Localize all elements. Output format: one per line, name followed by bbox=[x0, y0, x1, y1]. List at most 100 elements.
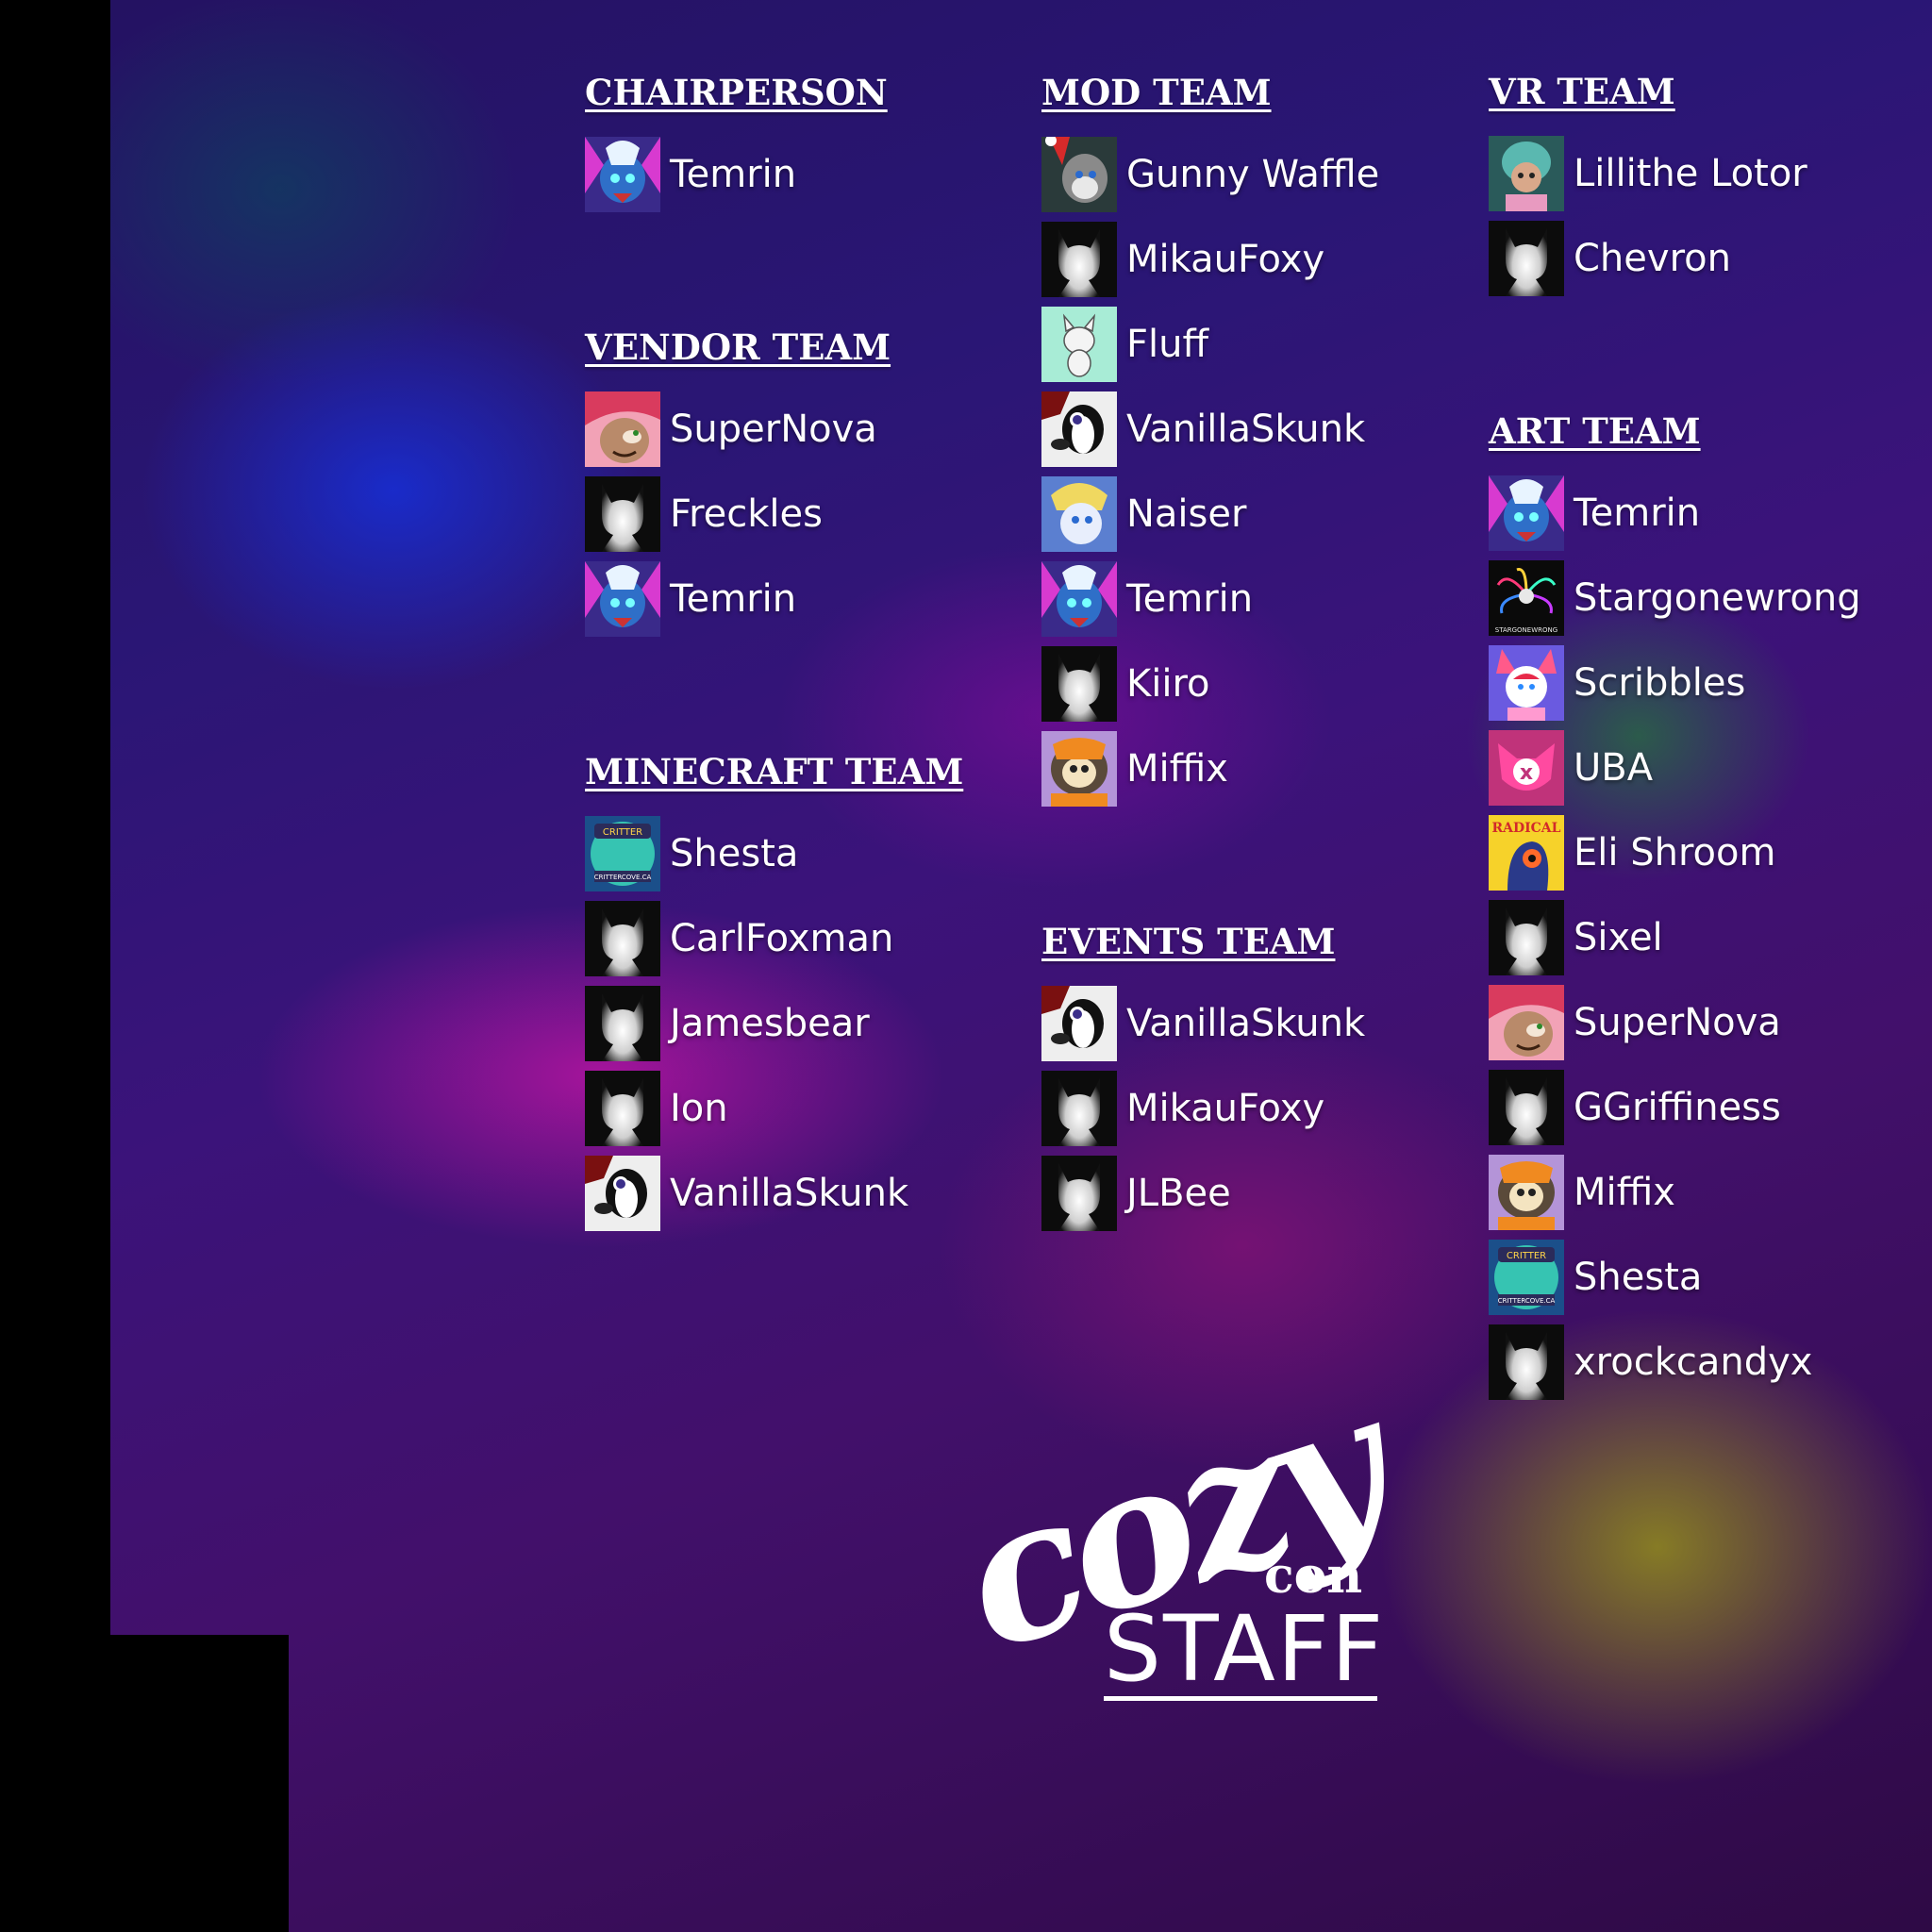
vanillaskunk-avatar-icon bbox=[585, 1156, 660, 1231]
member-item: Miffix bbox=[1041, 726, 1379, 811]
member-name: Kiiro bbox=[1126, 662, 1210, 706]
supernova-avatar-icon bbox=[585, 391, 660, 467]
member-name: MikauFoxy bbox=[1126, 238, 1325, 281]
placeholder-avatar-icon bbox=[585, 901, 660, 976]
member-name: Shesta bbox=[1574, 1256, 1703, 1299]
black-corner-block bbox=[0, 1635, 289, 1932]
section-title: EVENTS TEAM bbox=[1041, 921, 1336, 962]
member-list: CRITTER CRITTERCOVE.CA Shesta CarlFoxman Jam… bbox=[585, 811, 963, 1236]
member-item: Temrin bbox=[1489, 471, 1861, 556]
member-item: MikauFoxy bbox=[1041, 217, 1379, 302]
placeholder-avatar-icon bbox=[585, 476, 660, 552]
member-name: Chevron bbox=[1574, 237, 1731, 280]
temrin-avatar-icon bbox=[1041, 561, 1117, 637]
member-name: xrockcandyx bbox=[1574, 1341, 1813, 1384]
member-name: JLBee bbox=[1126, 1172, 1231, 1215]
member-name: Eli Shroom bbox=[1574, 831, 1776, 874]
temrin-avatar-icon bbox=[585, 137, 660, 212]
temrin-avatar-icon bbox=[1489, 475, 1564, 551]
cozycon-staff-logo: cozy con STAFF bbox=[937, 1354, 1404, 1707]
placeholder-avatar-icon bbox=[585, 986, 660, 1061]
member-item: Gunny Waffle bbox=[1041, 132, 1379, 217]
section-title: VR TEAM bbox=[1489, 71, 1675, 112]
section-minecraft-team: MINECRAFT TEAM CRITTER CRITTERCOVE.CA Shes… bbox=[585, 749, 963, 1236]
member-item: Lillithe Lotor bbox=[1489, 131, 1807, 216]
member-name: Lillithe Lotor bbox=[1574, 152, 1807, 195]
member-list: Temrin STARGONEWRONG Stargonewrong Scribble… bbox=[1489, 471, 1861, 1405]
member-name: GGriffiness bbox=[1574, 1086, 1781, 1129]
section-chairperson: CHAIRPERSON Temrin bbox=[585, 70, 888, 217]
member-name: CarlFoxman bbox=[670, 917, 894, 960]
placeholder-avatar-icon bbox=[1041, 1071, 1117, 1146]
member-item: Kiiro bbox=[1041, 641, 1379, 726]
section-mod-team: MOD TEAM Gunny Waffle MikauFoxy Fluff Vanil… bbox=[1041, 70, 1379, 811]
logo-underline bbox=[1104, 1696, 1377, 1701]
stargonewrong-avatar-icon: STARGONEWRONG bbox=[1489, 560, 1564, 636]
member-list: VanillaSkunk MikauFoxy JLBee bbox=[1041, 981, 1365, 1236]
member-item: Temrin bbox=[1041, 557, 1379, 641]
member-name: Scribbles bbox=[1574, 661, 1746, 705]
member-name: MikauFoxy bbox=[1126, 1087, 1325, 1130]
placeholder-avatar-icon bbox=[1489, 1070, 1564, 1145]
miffix-avatar-icon bbox=[1489, 1155, 1564, 1230]
member-item: JLBee bbox=[1041, 1151, 1365, 1236]
shesta-avatar-icon: CRITTER CRITTERCOVE.CA bbox=[1489, 1240, 1564, 1315]
section-title: ART TEAM bbox=[1489, 410, 1701, 452]
member-item: Naiser bbox=[1041, 472, 1379, 557]
member-item: VanillaSkunk bbox=[1041, 981, 1365, 1066]
member-name: Temrin bbox=[1126, 577, 1254, 621]
svg-text:RADICAL: RADICAL bbox=[1491, 821, 1560, 836]
member-list: SuperNova Freckles Temrin bbox=[585, 387, 891, 641]
section-events-team: EVENTS TEAM VanillaSkunk MikauFoxy JLBee bbox=[1041, 919, 1365, 1236]
member-name: Temrin bbox=[1574, 491, 1701, 535]
member-item: CRITTER CRITTERCOVE.CA Shesta bbox=[1489, 1235, 1861, 1320]
svg-text:CRITTERCOVE.CA: CRITTERCOVE.CA bbox=[594, 874, 652, 881]
member-name: Sixel bbox=[1574, 916, 1663, 959]
member-item: Miffix bbox=[1489, 1150, 1861, 1235]
member-item: CarlFoxman bbox=[585, 896, 963, 981]
member-item: MikauFoxy bbox=[1041, 1066, 1365, 1151]
member-name: VanillaSkunk bbox=[1126, 408, 1366, 451]
member-item: Fluff bbox=[1041, 302, 1379, 387]
member-item: Scribbles bbox=[1489, 641, 1861, 725]
temrin-avatar-icon bbox=[585, 561, 660, 637]
member-name: UBA bbox=[1574, 746, 1654, 790]
member-item: Freckles bbox=[585, 472, 891, 557]
member-name: Stargonewrong bbox=[1574, 576, 1861, 620]
member-item: RADICAL Eli Shroom bbox=[1489, 810, 1861, 895]
member-item: Sixel bbox=[1489, 895, 1861, 980]
member-item: SuperNova bbox=[585, 387, 891, 472]
member-name: Miffix bbox=[1574, 1171, 1675, 1214]
member-item: Ion bbox=[585, 1066, 963, 1151]
section-title: VENDOR TEAM bbox=[585, 326, 891, 368]
member-name: Freckles bbox=[670, 492, 823, 536]
logo-staff-text: STAFF bbox=[1104, 1596, 1386, 1702]
shesta-avatar-icon: CRITTER CRITTERCOVE.CA bbox=[585, 816, 660, 891]
section-title: MOD TEAM bbox=[1041, 72, 1272, 113]
member-item: xrockcandyx bbox=[1489, 1320, 1861, 1405]
member-name: SuperNova bbox=[670, 408, 877, 451]
placeholder-avatar-icon bbox=[1489, 900, 1564, 975]
member-item: Temrin bbox=[585, 132, 888, 217]
member-name: Fluff bbox=[1126, 323, 1209, 366]
member-name: Miffix bbox=[1126, 747, 1228, 791]
placeholder-avatar-icon bbox=[1041, 646, 1117, 722]
member-name: Shesta bbox=[670, 832, 799, 875]
svg-text:x: x bbox=[1520, 761, 1533, 785]
placeholder-avatar-icon bbox=[1041, 1156, 1117, 1231]
member-item: Temrin bbox=[585, 557, 891, 641]
member-item: VanillaSkunk bbox=[1041, 387, 1379, 472]
section-title: MINECRAFT TEAM bbox=[585, 751, 964, 792]
fluff-avatar-icon bbox=[1041, 307, 1117, 382]
supernova-avatar-icon bbox=[1489, 985, 1564, 1060]
member-name: Temrin bbox=[670, 577, 797, 621]
member-item: GGriffiness bbox=[1489, 1065, 1861, 1150]
gunny-avatar-icon bbox=[1041, 137, 1117, 212]
member-item: SuperNova bbox=[1489, 980, 1861, 1065]
scribbles-avatar-icon bbox=[1489, 645, 1564, 721]
member-name: SuperNova bbox=[1574, 1001, 1781, 1044]
placeholder-avatar-icon bbox=[1489, 1324, 1564, 1400]
section-vendor-team: VENDOR TEAM SuperNova Freckles Temrin bbox=[585, 325, 891, 641]
svg-text:CRITTER: CRITTER bbox=[603, 827, 642, 838]
member-name: Jamesbear bbox=[670, 1002, 870, 1045]
